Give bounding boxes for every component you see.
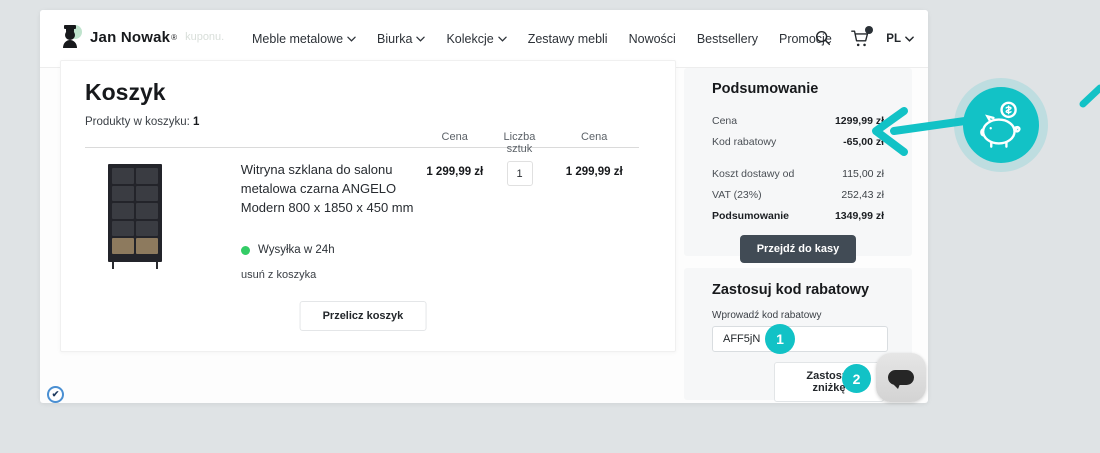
chevron-down-icon — [905, 36, 914, 42]
nav-item-label: Nowości — [629, 32, 676, 46]
remove-from-cart-link[interactable]: usuń z koszyka — [241, 269, 316, 281]
product-total-price: 1 299,99 zł — [549, 161, 639, 269]
shop-window: Jan Nowak ® kuponu. Meble metalowe Biurk… — [40, 10, 928, 403]
chat-widget-button[interactable] — [876, 353, 926, 402]
brand-logo-icon — [60, 24, 84, 50]
annotation-step-1: 1 — [765, 324, 795, 354]
nav-item-bestsellery[interactable]: Bestsellery — [697, 32, 758, 46]
cart-item-row: Witryna szklana do salonu metalowa czarn… — [104, 161, 639, 269]
summary-row-discount: Kod rabatowy -65,00 zł — [712, 136, 884, 148]
summary-row-value: 252,43 zł — [841, 189, 884, 201]
summary-row-label: Podsumowanie — [712, 210, 789, 222]
nav-actions: PL — [814, 10, 914, 68]
column-unit-price: Cena — [420, 131, 490, 147]
summary-row-value: 115,00 zł — [842, 168, 884, 180]
summary-row-label: VAT (23%) — [712, 189, 762, 201]
summary-row-shipping: Koszt dostawy od 115,00 zł — [712, 168, 884, 180]
product-unit-price: 1 299,99 zł — [420, 161, 490, 269]
page: Jan Nowak ® kuponu. Meble metalowe Biurk… — [0, 0, 1100, 453]
piggy-bank-icon — [963, 87, 1039, 163]
summary-row-label: Koszt dostawy od — [712, 168, 794, 180]
summary-row-value: -65,00 zł — [843, 136, 884, 148]
brand-reg-mark: ® — [171, 33, 177, 42]
quantity-cell — [490, 161, 550, 269]
summary-row-total: Podsumowanie 1349,99 zł — [712, 210, 884, 222]
column-total-price: Cena — [549, 131, 639, 147]
nav-item-biurka[interactable]: Biurka — [377, 32, 425, 46]
nav-item-label: Zestawy mebli — [528, 32, 608, 46]
brand-ghost-text: kuponu. — [185, 31, 224, 43]
language-label: PL — [886, 33, 901, 45]
quantity-input[interactable] — [507, 161, 533, 186]
nav-item-label: Meble metalowe — [252, 32, 343, 46]
consent-check-icon[interactable]: ✔ — [47, 386, 64, 403]
summary-title: Podsumowanie — [712, 81, 884, 97]
cart-count-line: Produkty w koszyku: 1 — [85, 116, 199, 128]
column-quantity: Liczba sztuk — [490, 131, 550, 147]
summary-row-label: Kod rabatowy — [712, 136, 776, 148]
language-selector[interactable]: PL — [886, 33, 914, 45]
chevron-down-icon — [416, 36, 425, 42]
annotation-step-2: 2 — [842, 364, 871, 393]
summary-row-value: 1349,99 zł — [835, 210, 884, 222]
summary-row-value: 1299,99 zł — [835, 115, 884, 127]
nav-item-nowosci[interactable]: Nowości — [629, 32, 676, 46]
discount-code-input[interactable] — [712, 326, 888, 352]
cart-table-header: Cena Liczba sztuk Cena — [85, 131, 639, 148]
chevron-down-icon — [347, 36, 356, 42]
search-icon[interactable] — [814, 29, 834, 49]
cart-count-value: 1 — [193, 116, 199, 128]
recalculate-cart-button[interactable]: Przelicz koszyk — [300, 301, 427, 331]
summary-row-label: Cena — [712, 115, 737, 127]
summary-row-vat: VAT (23%) 252,43 zł — [712, 189, 884, 201]
cart-icon[interactable] — [850, 29, 870, 49]
chat-bubble-icon — [888, 370, 914, 385]
cart-count-label: Produkty w koszyku: — [85, 116, 190, 128]
cabinet-illustration — [108, 164, 162, 262]
brand-logo[interactable]: Jan Nowak ® kuponu. — [60, 24, 224, 50]
summary-row-price: Cena 1299,99 zł — [712, 115, 884, 127]
in-stock-dot-icon — [241, 246, 250, 255]
nav-item-zestawy-mebli[interactable]: Zestawy mebli — [528, 32, 608, 46]
cart-count-badge — [865, 26, 873, 34]
shipping-status-label: Wysyłka w 24h — [258, 244, 335, 256]
nav-item-label: Biurka — [377, 32, 412, 46]
order-summary-panel: Podsumowanie Cena 1299,99 zł Kod rabatow… — [684, 68, 912, 256]
product-image[interactable] — [104, 164, 164, 269]
nav-item-label: Bestsellery — [697, 32, 758, 46]
checkout-button[interactable]: Przejdź do kasy — [740, 235, 857, 263]
shipping-status: Wysyłka w 24h — [241, 244, 335, 256]
nav-item-meble-metalowe[interactable]: Meble metalowe — [252, 32, 356, 46]
nav-item-label: Kolekcje — [446, 32, 493, 46]
brand-name: Jan Nowak — [90, 29, 170, 46]
nav-item-kolekcje[interactable]: Kolekcje — [446, 32, 506, 46]
cart-section: Koszyk Produkty w koszyku: 1 Cena Liczba… — [60, 60, 676, 352]
discount-input-label: Wprowadź kod rabatowy — [712, 310, 884, 321]
chevron-down-icon — [498, 36, 507, 42]
discount-title: Zastosuj kod rabatowy — [712, 282, 884, 298]
page-title: Koszyk — [85, 79, 166, 106]
